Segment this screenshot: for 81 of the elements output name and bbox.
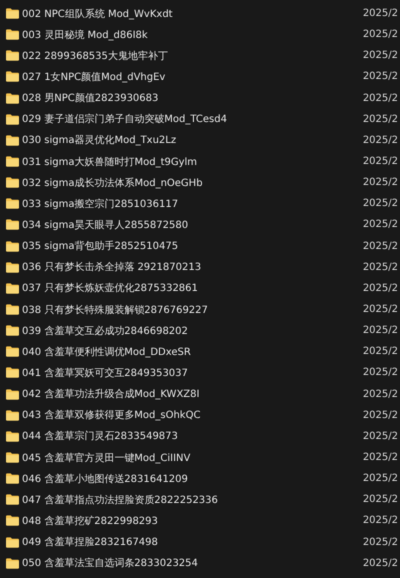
folder-icon (6, 346, 19, 358)
date-modified: 2025/2 (362, 494, 398, 506)
date-modified: 2025/2 (362, 219, 398, 230)
date-modified: 2025/2 (362, 240, 398, 252)
folder-name[interactable]: 048 含羞草挖矿2822998293 (22, 514, 158, 528)
folder-name[interactable]: 022 2899368535大鬼地牢补丁 (22, 48, 168, 63)
date-modified: 2025/2 (362, 367, 398, 378)
date-modified: 2025/2 (362, 536, 398, 548)
folder-name[interactable]: 047 含羞草指点功法捏脸资质2822252336 (22, 492, 218, 507)
folder-icon (6, 8, 19, 20)
date-modified: 2025/2 (362, 177, 398, 188)
date-modified: 2025/2 (362, 304, 398, 316)
folder-icon (6, 29, 19, 40)
folder-name[interactable]: 039 含羞草交互必成功2846698202 (22, 324, 188, 338)
date-modified: 2025/2 (362, 410, 398, 421)
date-modified: 2025/2 (362, 71, 398, 82)
folder-icon (6, 71, 19, 82)
date-modified: 2025/2 (362, 29, 398, 40)
folder-icon (6, 240, 19, 252)
folder-name[interactable]: 033 sigma搬空宗门2851036117 (22, 196, 178, 211)
folder-icon (6, 367, 19, 378)
date-modified: 2025/2 (362, 114, 398, 125)
date-modified: 2025/2 (362, 346, 398, 358)
folder-icon (6, 558, 19, 569)
folder-name[interactable]: 043 含羞草双修获得更多Mod_sOhkQC (22, 408, 200, 422)
date-modified: 2025/2 (362, 430, 398, 442)
folder-icon (6, 515, 19, 526)
folder-icon (6, 219, 19, 230)
date-modified: 2025/2 (362, 388, 398, 400)
folder-name[interactable]: 034 sigma昊天眼寻人2855872580 (22, 218, 188, 232)
folder-icon (6, 198, 19, 210)
folder-name[interactable]: 037 只有梦长炼妖壶优化2875332861 (22, 281, 198, 296)
folder-name[interactable]: 044 含羞草宗门灵石2833549873 (22, 429, 178, 444)
date-modified: 2025/2 (362, 198, 398, 210)
date-modified: 2025/2 (362, 50, 398, 62)
folder-name[interactable]: 035 sigma背包助手2852510475 (22, 239, 178, 254)
folder-icon (6, 452, 19, 464)
folder-name[interactable]: 002 NPC组队系统 Mod_WvKxdt (22, 6, 173, 21)
date-modified: 2025/2 (362, 452, 398, 464)
folder-icon (6, 430, 19, 442)
folder-name[interactable]: 031 sigma大妖兽随时打Mod_t9Gylm (22, 154, 198, 169)
date-modified: 2025/2 (362, 262, 398, 273)
folder-icon (6, 134, 19, 146)
folder-icon (6, 304, 19, 316)
date-modified: 2025/2 (362, 325, 398, 336)
folder-name[interactable]: 029 妻子道侣宗门弟子自动突破Mod_TCesd4 (22, 112, 227, 126)
date-modified: 2025/2 (362, 156, 398, 168)
folder-icon (6, 282, 19, 294)
folder-name[interactable]: 041 含羞草冥妖可交互2849353037 (22, 366, 188, 380)
folder-name[interactable]: 038 只有梦长特殊服装解锁2876769227 (22, 302, 208, 317)
folder-name[interactable]: 050 含羞草法宝自选词条2833023254 (22, 556, 198, 570)
date-modified: 2025/2 (362, 282, 398, 294)
folder-name[interactable]: 030 sigma器灵优化Mod_Txu2Lz (22, 133, 176, 148)
date-modified: 2025/2 (362, 134, 398, 146)
folder-icon (6, 50, 19, 62)
date-modified: 2025/2 (362, 473, 398, 484)
folder-name[interactable]: 027 1女NPC颜值Mod_dVhgEv (22, 70, 166, 84)
folder-icon (6, 536, 19, 548)
folder-icon (6, 494, 19, 506)
date-modified: 2025/2 (362, 515, 398, 526)
folder-name[interactable]: 045 含羞草官方灵田一键Mod_CiIINV (22, 450, 190, 465)
folder-icon (6, 473, 19, 484)
folder-name[interactable]: 049 含羞草捏脸2832167498 (22, 535, 158, 550)
date-modified: 2025/2 (362, 558, 398, 569)
folder-icon (6, 388, 19, 400)
folder-icon (6, 156, 19, 168)
folder-icon (6, 177, 19, 188)
folder-name[interactable]: 032 sigma成长功法体系Mod_nOeGHb (22, 176, 203, 190)
folder-icon (6, 92, 19, 104)
folder-name[interactable]: 042 含羞草功法升级合成Mod_KWXZ8I (22, 387, 200, 402)
date-modified: 2025/2 (362, 92, 398, 104)
folder-icon (6, 262, 19, 273)
folder-name[interactable]: 046 含羞草小地图传送2831641209 (22, 472, 188, 486)
folder-icon (6, 114, 19, 125)
date-modified: 2025/2 (362, 8, 398, 20)
folder-icon (6, 325, 19, 336)
folder-icon (6, 410, 19, 421)
folder-name[interactable]: 028 男NPC颜值2823930683 (22, 91, 158, 106)
folder-name[interactable]: 003 灵田秘境 Mod_d86I8k (22, 28, 148, 42)
folder-name[interactable]: 040 含羞草便利性调优Mod_DDxeSR (22, 344, 191, 359)
folder-name[interactable]: 036 只有梦长击杀全掉落 2921870213 (22, 260, 202, 274)
